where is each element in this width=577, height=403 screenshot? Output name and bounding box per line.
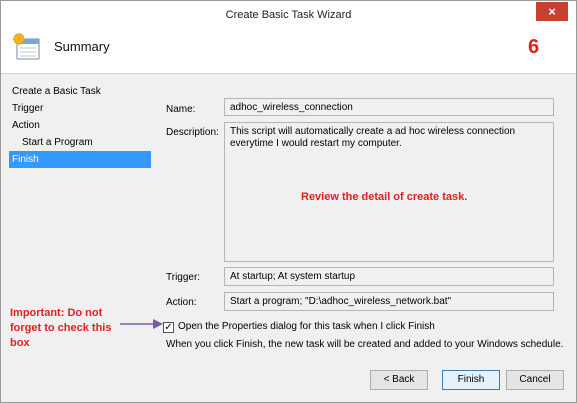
sidebar-item-finish[interactable]: Finish [9,151,151,168]
title-bar: Create Basic Task Wizard × [1,1,576,29]
task-scheduler-icon [13,33,40,60]
sidebar-item-start-program[interactable]: Start a Program [9,134,151,151]
wizard-header: Summary 6 [1,28,576,74]
sidebar-item-action[interactable]: Action [9,117,151,134]
name-field[interactable]: adhoc_wireless_connection [224,98,554,116]
wizard-window: Create Basic Task Wizard × Summary 6 Cre… [0,0,577,403]
description-label: Description: [166,127,219,138]
window-title: Create Basic Task Wizard [225,9,352,21]
trigger-label: Trigger: [166,272,201,283]
open-properties-checkbox[interactable]: ✓ [163,322,174,333]
name-label: Name: [166,104,196,115]
page-title: Summary [54,39,110,54]
sidebar-item-trigger[interactable]: Trigger [9,100,151,117]
cancel-button[interactable]: Cancel [506,370,564,390]
important-annotation: Important: Do not forget to check this b… [10,307,112,349]
close-button[interactable]: × [536,2,568,21]
review-annotation: Review the detail of create task. [301,191,468,203]
finish-info-text: When you click Finish, the new task will… [166,339,564,350]
sidebar-item-create-basic-task[interactable]: Create a Basic Task [9,83,151,100]
open-properties-label[interactable]: Open the Properties dialog for this task… [178,321,435,332]
wizard-steps-sidebar: Create a Basic Task Trigger Action Start… [9,83,151,168]
trigger-field[interactable]: At startup; At system startup [224,267,554,286]
action-label: Action: [166,297,197,308]
finish-button[interactable]: Finish [442,370,500,390]
arrow-icon [120,319,163,329]
action-field[interactable]: Start a program; "D:\adhoc_wireless_netw… [224,292,554,311]
back-button[interactable]: < Back [370,370,428,390]
step-number-annotation: 6 [528,36,540,58]
